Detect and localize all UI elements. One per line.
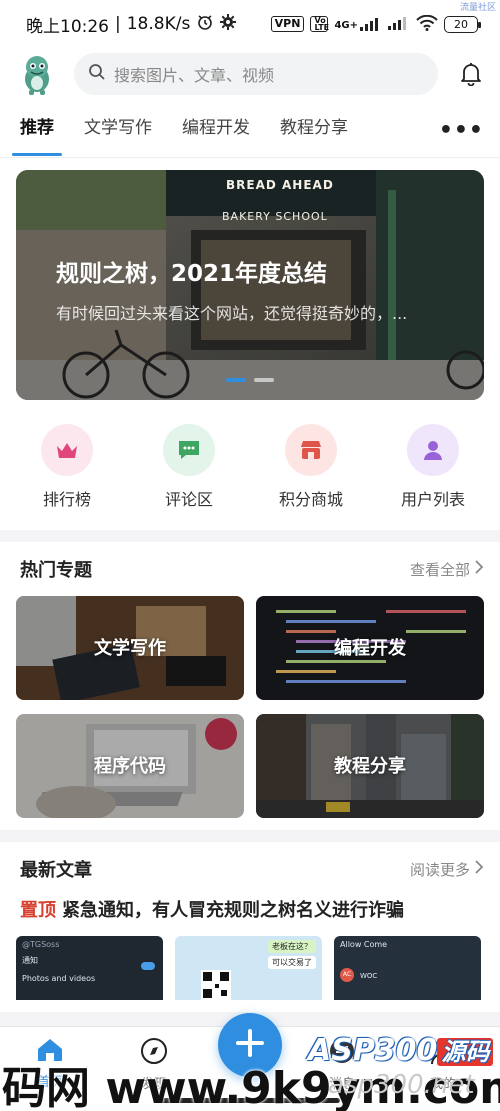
search-placeholder: 搜索图片、文章、视频 — [114, 66, 275, 85]
hot-topics-section: 热门专题 查看全部 文学写作 编程开发 程序代码 教程分享 — [0, 542, 500, 830]
status-time: 晚上10:26 — [26, 16, 109, 37]
corner-mark: 流量社区 — [459, 3, 496, 13]
net-type-label: 4G+ — [334, 20, 358, 31]
search-icon — [88, 63, 106, 85]
wifi-icon — [416, 14, 438, 34]
banner-subtitle: 有时候回过头来看这个网站，还觉得挺奇妙的，... — [56, 304, 408, 323]
notification-bell-icon[interactable] — [438, 62, 482, 86]
top-header: 搜索图片、文章、视频 — [0, 48, 500, 100]
thumb-text: WOC — [360, 972, 378, 980]
topic-label: 编程开发 — [334, 638, 406, 659]
quick-entries: 排行榜 评论区 积分商城 用户列表 — [0, 410, 500, 530]
read-more-label: 阅读更多 — [409, 860, 470, 879]
feed-content[interactable]: BREAD AHEAD BAKERY SCHOOL 规则之树，2021年度总结 … — [0, 158, 500, 1026]
settings-gear-icon — [220, 13, 237, 35]
chevron-right-icon — [474, 560, 484, 578]
status-net-speed: 18.8K/s — [126, 14, 191, 34]
topic-card-code[interactable]: 程序代码 — [16, 714, 244, 818]
banner-section: BREAD AHEAD BAKERY SCHOOL 规则之树，2021年度总结 … — [0, 158, 500, 410]
thumb-avatar: AC — [340, 968, 354, 982]
thumb-text: Allow Come — [340, 940, 388, 949]
volte-badge: Vo LTE — [310, 16, 329, 32]
category-tabs: 推荐 文学写作 编程开发 教程分享 ••• — [0, 100, 500, 158]
view-all-label: 查看全部 — [409, 560, 470, 579]
banner-carousel[interactable]: BREAD AHEAD BAKERY SCHOOL 规则之树，2021年度总结 … — [16, 170, 484, 400]
watermark-logo-red: 源码 — [437, 1038, 494, 1066]
tab-programming[interactable]: 编程开发 — [182, 100, 250, 158]
entry-leaderboard[interactable]: 排行榜 — [17, 424, 117, 510]
entry-label: 积分商城 — [278, 490, 343, 509]
chevron-right-icon — [474, 860, 484, 878]
battery-level: 20 — [454, 17, 468, 31]
signal-icon — [388, 16, 410, 33]
entry-points-store[interactable]: 积分商城 — [261, 424, 361, 510]
banner-sign-sub: BAKERY SCHOOL — [222, 210, 328, 223]
qr-code-icon — [201, 970, 231, 1000]
app-logo-icon[interactable] — [18, 53, 56, 95]
entry-label: 用户列表 — [400, 490, 465, 509]
signal-4g-icon: 4G+ — [334, 17, 382, 31]
topic-card-writing[interactable]: 文学写作 — [16, 596, 244, 700]
pinned-article[interactable]: 置顶 紧急通知，有人冒充规则之树名义进行诈骗 — [20, 896, 484, 922]
thumb-text: Photos and videos — [22, 974, 96, 983]
watermark-url: asp300.net — [328, 1070, 475, 1100]
topic-label: 程序代码 — [94, 756, 166, 777]
carousel-dot[interactable] — [226, 378, 246, 382]
article-thumbnails: @TGSoss 通知 Photos and videos 老板在这？ 可以交易了… — [16, 936, 484, 1000]
watermark-logo: ASP300 源码 — [308, 1032, 494, 1068]
entry-user-list[interactable]: 用户列表 — [383, 424, 483, 510]
article-thumbnail[interactable]: 老板在这？ 可以交易了 — [175, 936, 322, 1000]
user-icon — [407, 424, 459, 476]
vpn-badge: VPN — [270, 16, 305, 32]
pinned-tag: 置顶 — [20, 900, 56, 921]
thumb-text: 老板在这？ — [268, 940, 316, 953]
article-thumbnail[interactable]: @TGSoss 通知 Photos and videos — [16, 936, 163, 1000]
article-title: 紧急通知，有人冒充规则之树名义进行诈骗 — [62, 900, 404, 921]
view-all-link[interactable]: 查看全部 — [410, 559, 484, 580]
more-dots-icon[interactable]: ••• — [439, 118, 484, 143]
topic-label: 教程分享 — [334, 756, 406, 777]
alarm-icon — [196, 13, 214, 36]
topic-card-tutorials[interactable]: 教程分享 — [256, 714, 484, 818]
battery-icon: 20 — [444, 15, 481, 33]
crown-icon — [41, 424, 93, 476]
chat-bubble-icon — [163, 424, 215, 476]
tab-literary-writing[interactable]: 文学写作 — [84, 100, 152, 158]
entry-label: 排行榜 — [42, 490, 91, 509]
section-title: 最新文章 — [20, 860, 92, 881]
search-input[interactable]: 搜索图片、文章、视频 — [74, 53, 438, 95]
entry-comments[interactable]: 评论区 — [139, 424, 239, 510]
topic-label: 文学写作 — [94, 638, 166, 659]
toggle-icon — [141, 962, 155, 970]
watermark-logo-text: ASP300 — [308, 1033, 438, 1068]
carousel-indicator — [226, 378, 274, 382]
thumb-text: 可以交易了 — [268, 956, 316, 969]
entry-label: 评论区 — [164, 490, 213, 509]
topic-card-programming[interactable]: 编程开发 — [256, 596, 484, 700]
banner-sign: BREAD AHEAD — [226, 178, 334, 192]
thumb-text: @TGSoss — [22, 940, 60, 949]
carousel-dot[interactable] — [254, 378, 274, 382]
read-more-link[interactable]: 阅读更多 — [410, 859, 484, 880]
banner-title: 规则之树，2021年度总结 — [56, 261, 328, 287]
article-thumbnail[interactable]: Allow Come AC WOC — [334, 936, 481, 1000]
latest-articles-section: 最新文章 阅读更多 置顶 紧急通知，有人冒充规则之树名义进行诈骗 @TGSoss … — [0, 842, 500, 1012]
section-title: 热门专题 — [20, 560, 92, 581]
tab-tutorials[interactable]: 教程分享 — [280, 100, 348, 158]
store-icon — [285, 424, 337, 476]
status-bar: 晚上10:26 | 18.8K/s VPN Vo LTE 4G+ 20 流量社区 — [0, 0, 500, 48]
tab-recommended[interactable]: 推荐 — [12, 100, 62, 158]
